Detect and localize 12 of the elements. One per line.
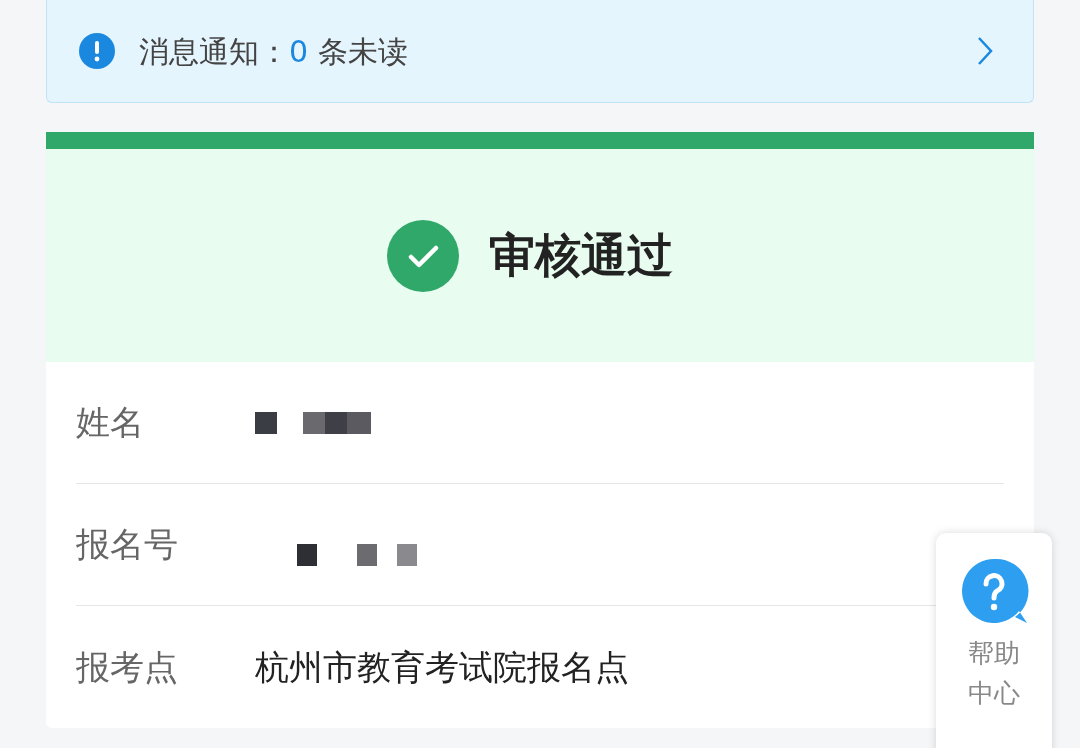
chevron-right-icon: [977, 36, 993, 66]
status-title: 审核通过: [489, 227, 673, 284]
notification-text: 消息通知：0 条未读: [139, 32, 408, 71]
help-center-button[interactable]: 帮助中心: [936, 533, 1052, 748]
check-circle-icon: [387, 219, 459, 292]
field-value: 杭州市教育考试院报名点: [255, 645, 629, 689]
field-label: 报名号: [76, 523, 179, 566]
notification-bar[interactable]: 消息通知：0 条未读: [46, 0, 1034, 103]
info-icon: [79, 33, 115, 69]
help-center-label: 帮助中心: [967, 637, 1021, 710]
field-label: 报考点: [76, 645, 179, 689]
field-label: 姓名: [76, 401, 145, 444]
